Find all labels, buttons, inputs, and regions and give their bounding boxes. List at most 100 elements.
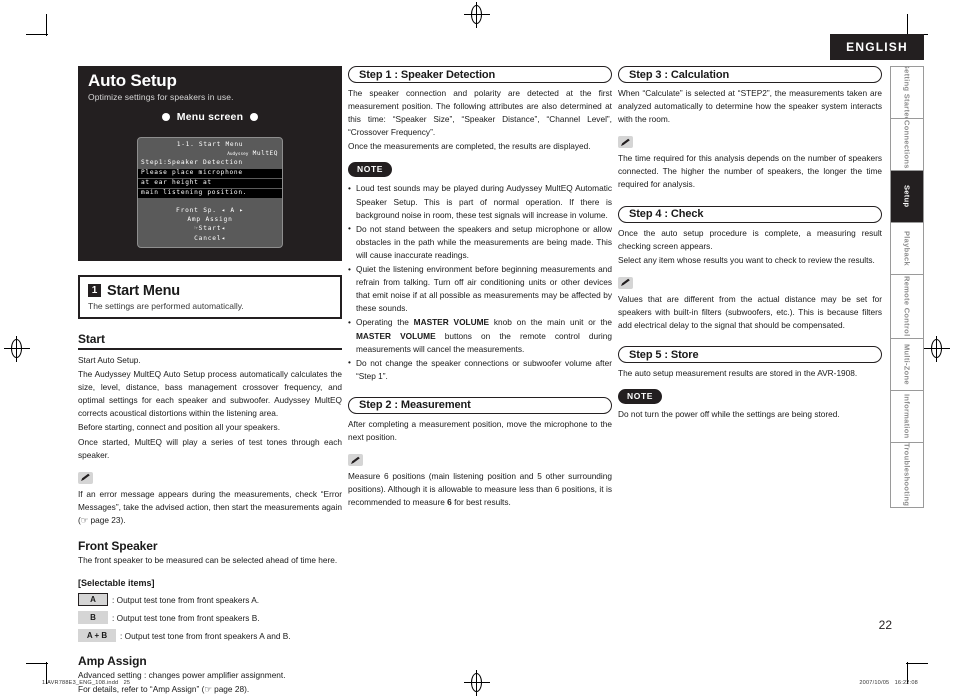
note-bullet-master-volume: Operating the MASTER VOLUME knob on the … (348, 316, 612, 355)
step3-paragraph-1: When “Calculate” is selected at “STEP2”,… (618, 88, 882, 125)
heading-start: Start (78, 332, 342, 350)
osd-brand: Audyssey MultEQ (138, 150, 282, 159)
key-badge-a: A (78, 593, 108, 607)
key-description: : Output test tone from front speakers B… (112, 612, 260, 623)
start-paragraph-2: The Audyssey MultEQ Auto Setup process a… (78, 369, 342, 419)
pencil-tip-icon (618, 276, 633, 289)
step5-paragraph-1: The auto setup measurement results are s… (618, 368, 858, 379)
osd-menu-item-start[interactable]: ☞Start◂ (138, 224, 282, 233)
note-bullet: Do not change the speaker connections or… (348, 356, 612, 383)
osd-screen: 1-1. Start Menu Audyssey MultEQ Step1:Sp… (137, 136, 283, 248)
chapter-tab-label: Information (902, 394, 912, 439)
footer-timestamp: 2007/10/05 16:22:08 (859, 680, 918, 686)
start-tip-text: If an error message appears during the m… (78, 488, 342, 525)
chapter-tab-label: Multi-Zone (902, 344, 912, 385)
start-paragraph-3: Before starting, connect and position al… (78, 422, 281, 433)
chapter-tab-remote-control[interactable]: Remote Control (891, 275, 923, 339)
manual-page: ENGLISH Getting Started Connections Setu… (0, 0, 954, 698)
key-badge-a-plus-b: A + B (78, 629, 116, 643)
chapter-tab-troubleshooting[interactable]: Troubleshooting (891, 443, 923, 507)
step1-paragraph-2: Once the measurements are completed, the… (348, 141, 591, 152)
start-paragraph-1: Start Auto Setup. (78, 354, 141, 365)
chapter-tab-information[interactable]: Information (891, 391, 923, 443)
chapter-tab-setup[interactable]: Setup (891, 171, 923, 223)
step1-paragraph-1: The speaker connection and polarity are … (348, 88, 612, 138)
section-start-menu-box: 1 Start Menu The settings are performed … (78, 274, 342, 319)
column-left: Auto Setup Optimize settings for speaker… (78, 66, 342, 696)
pencil-tip-icon (618, 136, 633, 149)
osd-highlight-line-2: at ear height at (138, 178, 282, 188)
note-bullet: Do not stand between the speakers and se… (348, 222, 612, 262)
osd-title: 1-1. Start Menu (176, 140, 244, 148)
step2-tip-text: Measure 6 positions (main listening posi… (348, 470, 612, 509)
chapter-tab-label: Connections (902, 120, 912, 169)
selectable-item-row: A : Output test tone from front speakers… (78, 593, 342, 607)
note-text-mid: knob on the main unit or the (489, 317, 612, 328)
key-description: : Output test tone from front speakers A… (112, 594, 260, 605)
chapter-tab-playback[interactable]: Playback (891, 223, 923, 275)
step4-paragraph-2: Select any item whose results you want t… (618, 254, 875, 265)
note-text-pre: Operating the (356, 317, 414, 328)
bullet-dot-icon (161, 112, 170, 121)
osd-brand-main: MultEQ (252, 149, 278, 157)
footer-file-info: 1.AVR788E3_ENG_108.indd 25 (42, 680, 131, 686)
chapter-tab-strip: Getting Started Connections Setup Playba… (890, 66, 924, 508)
chapter-tab-label: Troubleshooting (902, 443, 912, 507)
note-bullet: Quiet the listening environment before b… (348, 263, 612, 315)
chapter-tab-label: Remote Control (902, 276, 912, 337)
heading-amp-assign: Amp Assign (78, 654, 147, 669)
heading-front-speaker: Front Speaker (78, 538, 158, 553)
osd-screenshot-container: 1-1. Start Menu Audyssey MultEQ Step1:Sp… (78, 129, 342, 261)
section-subtitle: The settings are performed automatically… (88, 300, 244, 311)
selectable-items-label: [Selectable items] (78, 578, 155, 589)
menu-screen-label: Menu screen (176, 110, 244, 123)
selectable-item-row: A + B : Output test tone from front spea… (78, 629, 342, 643)
chapter-tab-getting-started[interactable]: Getting Started (891, 67, 923, 119)
osd-menu-item-cancel[interactable]: Cancel◂ (138, 234, 282, 243)
step5-note-text: Do not turn the power off while the sett… (618, 409, 840, 420)
pencil-tip-icon (78, 471, 93, 484)
auto-setup-banner: Auto Setup Optimize settings for speaker… (78, 66, 342, 130)
section-title: Start Menu (107, 282, 180, 299)
osd-step-line: Step1:Speaker Detection (141, 158, 243, 166)
front-speaker-body: The front speaker to be measured can be … (78, 554, 338, 565)
chapter-tab-multi-zone[interactable]: Multi-Zone (891, 339, 923, 391)
step-header-4: Step 4 : Check (618, 205, 882, 223)
step-header-2: Step 2 : Measurement (348, 396, 612, 414)
step4-tip-text: Values that are different from the actua… (618, 293, 882, 331)
bullet-dot-icon (250, 112, 259, 121)
column-right: Step 3 : Calculation When “Calculate” is… (618, 66, 882, 421)
step3-tip-text: The time required for this analysis depe… (618, 153, 882, 190)
note-badge: NOTE (618, 389, 663, 405)
osd-highlight-line-3: main listening position. (138, 188, 282, 198)
page-subtitle: Optimize settings for speakers in use. (88, 91, 234, 102)
chapter-tab-connections[interactable]: Connections (891, 119, 923, 171)
osd-menu-item-front-sp[interactable]: Front Sp. ◂ A ▸ (138, 206, 282, 215)
osd-menu-list: Front Sp. ◂ A ▸ Amp Assign ☞Start◂ Cance… (138, 206, 282, 243)
key-badge-b: B (78, 611, 108, 625)
note-text-bold-2: MASTER VOLUME (356, 330, 436, 341)
step-header-1: Step 1 : Speaker Detection (348, 66, 612, 83)
step-header-3: Step 3 : Calculation (618, 66, 882, 83)
chapter-tab-label: Setup (902, 185, 912, 208)
step1-note-list: Loud test sounds may be played during Au… (348, 182, 612, 382)
menu-screen-heading: Menu screen (88, 111, 332, 123)
chapter-tab-label: Playback (902, 231, 912, 266)
note-badge: NOTE (348, 162, 393, 178)
step4-paragraph-1: Once the auto setup procedure is complet… (618, 227, 882, 251)
osd-brand-small: Audyssey (227, 151, 249, 157)
section-header: 1 Start Menu (88, 283, 332, 299)
step-header-5: Step 5 : Store (618, 346, 882, 364)
selectable-item-row: B : Output test tone from front speakers… (78, 611, 342, 625)
language-tab-english: ENGLISH (830, 34, 924, 60)
column-middle: Step 1 : Speaker Detection The speaker c… (348, 66, 612, 509)
osd-highlight-line-1: Please place microphone (138, 168, 282, 178)
step2-paragraph-1: After completing a measurement position,… (348, 418, 612, 442)
page-title: Auto Setup (88, 71, 177, 90)
osd-menu-item-amp-assign[interactable]: Amp Assign (138, 215, 282, 224)
section-number-badge: 1 (88, 284, 101, 298)
chapter-tab-label: Getting Started (902, 67, 912, 119)
page-number: 22 (878, 618, 892, 632)
note-text-bold-1: MASTER VOLUME (413, 317, 490, 328)
start-paragraph-4: Once started, MultEQ will play a series … (78, 436, 342, 460)
